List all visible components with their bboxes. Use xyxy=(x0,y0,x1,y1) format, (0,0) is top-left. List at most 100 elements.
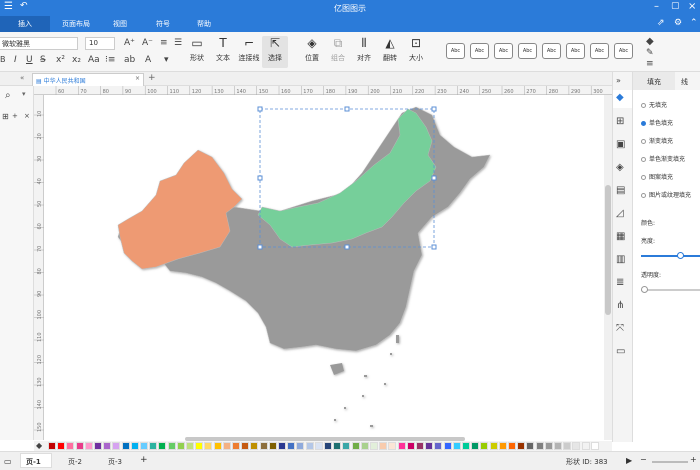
color-swatch[interactable] xyxy=(195,442,204,450)
color-swatch[interactable] xyxy=(112,442,121,450)
chart-panel-icon[interactable]: ◿ xyxy=(616,208,624,219)
font-shrink-icon[interactable]: A⁻ xyxy=(142,38,153,48)
position-tool[interactable]: ◈ 位置 xyxy=(299,36,325,63)
settings-icon[interactable]: ⚙ xyxy=(674,18,682,28)
color-swatch[interactable] xyxy=(462,442,470,450)
color-swatch[interactable] xyxy=(94,442,102,450)
color-swatch[interactable] xyxy=(581,442,590,450)
vertical-scrollbar[interactable] xyxy=(604,95,612,440)
line-style-icon[interactable]: ≡ xyxy=(646,59,654,69)
color-swatch[interactable] xyxy=(140,442,148,450)
hierarchy-panel-icon[interactable]: ⋔ xyxy=(616,300,624,311)
color-swatch[interactable] xyxy=(397,442,406,450)
color-swatch[interactable] xyxy=(333,442,342,450)
minimize-icon[interactable]: – xyxy=(654,1,659,12)
style-preset-2[interactable]: Abc xyxy=(470,43,489,59)
palette-fill-icon[interactable]: ◆ xyxy=(36,441,42,450)
fill-bucket-icon[interactable]: ◆ xyxy=(646,36,654,47)
vertical-scroll-thumb[interactable] xyxy=(605,185,611,315)
style-preset-3[interactable]: Abc xyxy=(494,43,513,59)
superscript-icon[interactable]: x² xyxy=(56,55,65,65)
color-swatch[interactable] xyxy=(84,442,93,450)
style-preset-5[interactable]: Abc xyxy=(542,43,561,59)
color-swatch[interactable] xyxy=(75,442,84,450)
color-swatch[interactable] xyxy=(130,442,139,450)
menu-view[interactable]: 视图 xyxy=(113,19,127,29)
format-panel-icon[interactable]: ≣ xyxy=(616,277,624,288)
fit-panel-icon[interactable]: ⤧ xyxy=(616,323,624,334)
fill-option-gradient[interactable]: 渐变填充 xyxy=(641,136,673,145)
color-swatch[interactable] xyxy=(66,442,75,450)
color-swatch[interactable] xyxy=(508,442,516,450)
fill-option-single-gradient[interactable]: 单色渐变填充 xyxy=(641,154,685,163)
collapse-right-icon[interactable]: » xyxy=(616,76,621,85)
color-swatch[interactable] xyxy=(379,442,388,450)
resize-handle-w[interactable] xyxy=(257,175,263,181)
page-panel-icon[interactable]: ▤ xyxy=(616,185,625,196)
italic-icon[interactable]: I xyxy=(14,55,17,65)
color-swatch[interactable] xyxy=(498,442,507,450)
close-icon[interactable]: × xyxy=(688,1,696,12)
highlight-icon[interactable]: ▾ xyxy=(164,55,169,65)
tab-close-icon[interactable]: × xyxy=(135,75,140,82)
color-swatch[interactable] xyxy=(554,442,562,450)
color-swatch[interactable] xyxy=(324,442,332,450)
color-swatch[interactable] xyxy=(342,442,351,450)
flip-tool[interactable]: ◭ 翻转 xyxy=(377,36,403,63)
search-icon[interactable]: ⌕ xyxy=(5,90,11,101)
color-swatch[interactable] xyxy=(406,442,415,450)
tab-line[interactable]: 线 xyxy=(681,77,688,87)
presentation-panel-icon[interactable]: ▭ xyxy=(616,346,625,357)
align-icon[interactable]: ≡ xyxy=(160,38,168,48)
fill-option-picture[interactable]: 图片或纹理填充 xyxy=(641,190,691,199)
color-swatch[interactable] xyxy=(480,442,489,450)
library-close-icon[interactable]: × xyxy=(24,112,30,120)
color-swatch[interactable] xyxy=(268,442,277,450)
color-swatch[interactable] xyxy=(452,442,461,450)
color-swatch[interactable] xyxy=(121,442,130,450)
resize-handle-nw[interactable] xyxy=(257,106,263,112)
font-color-icon[interactable]: A xyxy=(145,55,151,65)
underline-icon[interactable]: U xyxy=(26,55,33,65)
fill-option-solid[interactable]: 单色填充 xyxy=(641,118,673,127)
style-preset-4[interactable]: Abc xyxy=(518,43,537,59)
maximize-icon[interactable]: ▢ xyxy=(671,1,680,11)
expand-icon[interactable]: ⌃ xyxy=(690,18,698,28)
brightness-slider[interactable] xyxy=(641,255,700,257)
resize-handle-s[interactable] xyxy=(344,244,350,250)
transparency-thumb[interactable] xyxy=(641,286,648,293)
select-tool[interactable]: ⇱ 选择 xyxy=(262,36,288,68)
connector-tool[interactable]: ⌐ 连接线 xyxy=(236,36,262,63)
style-preset-8[interactable]: Abc xyxy=(614,43,633,59)
dropdown-icon[interactable]: ▾ xyxy=(22,90,26,98)
color-swatch[interactable] xyxy=(287,442,296,450)
zoom-out-icon[interactable]: − xyxy=(640,455,647,464)
page-tab-3[interactable]: 页-3 xyxy=(108,457,122,467)
tab-fill[interactable]: 填充 xyxy=(647,77,661,87)
color-swatch[interactable] xyxy=(250,442,259,450)
size-tool[interactable]: ⊡ 大小 xyxy=(403,36,429,63)
color-swatch[interactable] xyxy=(535,442,544,450)
color-swatch[interactable] xyxy=(186,442,194,450)
fill-panel-icon[interactable]: ◆ xyxy=(616,92,624,103)
color-swatch[interactable] xyxy=(563,442,572,450)
color-swatch[interactable] xyxy=(213,442,222,450)
add-page-icon[interactable]: + xyxy=(140,455,148,465)
menu-page-layout[interactable]: 页面布局 xyxy=(62,19,90,29)
color-swatch[interactable] xyxy=(489,442,498,450)
fill-option-pattern[interactable]: 图案填充 xyxy=(641,172,673,181)
subscript-icon[interactable]: x₂ xyxy=(72,55,81,65)
color-swatch[interactable] xyxy=(149,442,158,450)
layers-panel-icon[interactable]: ◈ xyxy=(616,162,624,173)
color-swatch[interactable] xyxy=(434,442,443,450)
color-swatch[interactable] xyxy=(360,442,369,450)
data-panel-icon[interactable]: ▥ xyxy=(616,254,625,265)
menu-insert[interactable]: 插入 xyxy=(18,19,32,29)
transparency-slider[interactable] xyxy=(641,289,700,291)
color-swatch[interactable] xyxy=(259,442,268,450)
color-swatch[interactable] xyxy=(517,442,526,450)
text-style-icon[interactable]: ab xyxy=(124,55,135,65)
color-swatch[interactable] xyxy=(103,442,112,450)
color-swatch[interactable] xyxy=(388,442,397,450)
resize-handle-n[interactable] xyxy=(344,106,350,112)
